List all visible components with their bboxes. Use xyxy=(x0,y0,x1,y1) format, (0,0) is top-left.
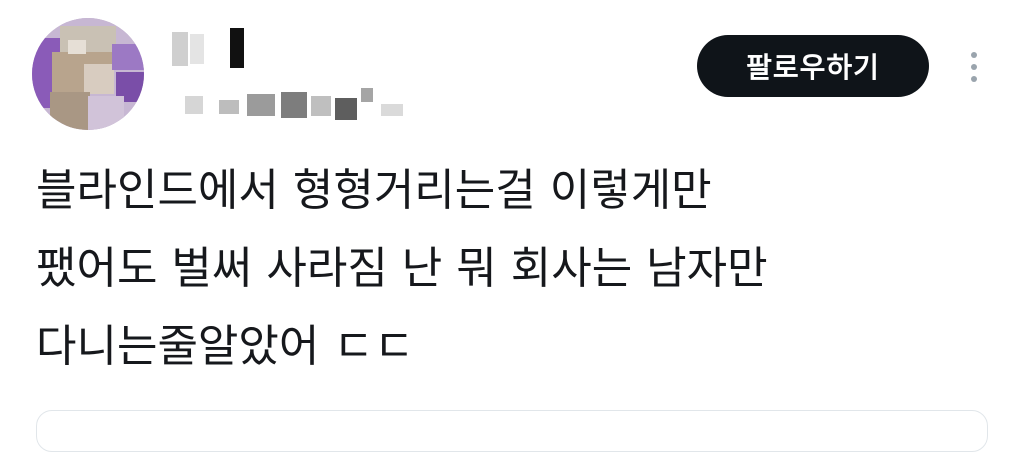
embedded-card[interactable] xyxy=(36,410,988,452)
post-text: 블라인드에서 형형거리는걸 이렇게만 팼어도 벌써 사라짐 난 뭐 회사는 남자… xyxy=(36,152,996,386)
avatar[interactable] xyxy=(32,18,144,130)
more-dot xyxy=(971,64,977,70)
more-vertical-icon[interactable] xyxy=(956,42,992,92)
post-text-line: 블라인드에서 형형거리는걸 이렇게만 xyxy=(36,165,712,216)
post-text-line: 팼어도 벌써 사라짐 난 뭐 회사는 남자만 xyxy=(36,243,768,294)
post-text-line: 다니는줄알았어 ㄷㄷ xyxy=(36,321,415,372)
more-dot xyxy=(971,52,977,58)
post-card: 팔로우하기 블라인드에서 형형거리는걸 이렇게만 팼어도 벌써 사라짐 난 뭐 … xyxy=(0,0,1024,452)
handle-redacted[interactable] xyxy=(185,88,425,122)
display-name-redacted[interactable] xyxy=(172,24,252,72)
more-dot xyxy=(971,76,977,82)
follow-button[interactable]: 팔로우하기 xyxy=(697,35,929,97)
